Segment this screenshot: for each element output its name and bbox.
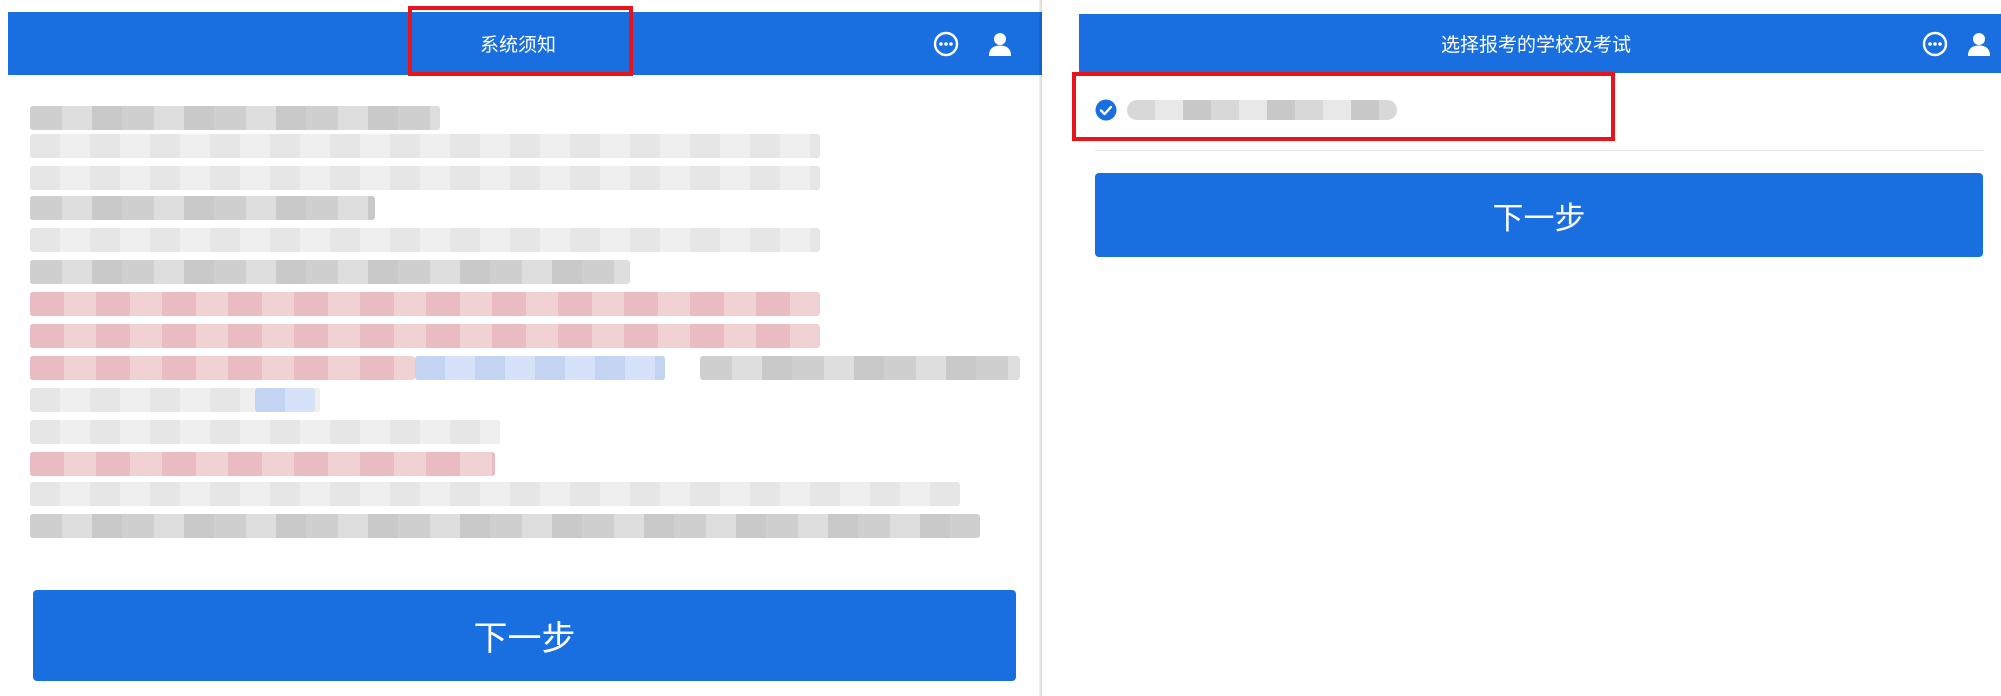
select-school-exam-panel: 选择报考的学校及考试 下一步 xyxy=(1063,0,2001,696)
blurred-text-line xyxy=(700,356,1020,380)
blurred-link-text xyxy=(255,388,315,412)
blurred-text-line xyxy=(30,260,630,284)
title-highlight-box xyxy=(408,6,633,76)
blurred-link-text xyxy=(415,356,665,380)
blurred-text-line xyxy=(30,356,415,380)
blurred-text-line xyxy=(30,324,820,348)
option-highlight-box xyxy=(1072,72,1615,141)
next-step-button[interactable]: 下一步 xyxy=(1095,173,1983,257)
blurred-text-line xyxy=(30,134,820,158)
blurred-text-line xyxy=(30,106,440,130)
blurred-text-line xyxy=(30,514,980,538)
divider xyxy=(1095,150,1983,151)
blurred-text-line xyxy=(30,196,375,220)
blurred-text-line xyxy=(30,292,820,316)
system-notice-panel: 系统须知 下一步 xyxy=(0,0,1042,696)
blurred-text-line xyxy=(30,228,820,252)
top-bar: 选择报考的学校及考试 xyxy=(1079,14,2001,73)
user-icon[interactable] xyxy=(1965,30,1993,58)
chat-bubble-icon[interactable] xyxy=(932,30,960,58)
chat-bubble-icon[interactable] xyxy=(1921,30,1949,58)
next-step-button[interactable]: 下一步 xyxy=(33,590,1016,681)
blurred-text-line xyxy=(30,452,495,476)
blurred-text-line xyxy=(30,420,500,444)
blurred-text-line xyxy=(30,482,960,506)
user-icon[interactable] xyxy=(986,30,1014,58)
page-title: 选择报考的学校及考试 xyxy=(1441,34,1632,56)
blurred-text-line xyxy=(30,166,820,190)
